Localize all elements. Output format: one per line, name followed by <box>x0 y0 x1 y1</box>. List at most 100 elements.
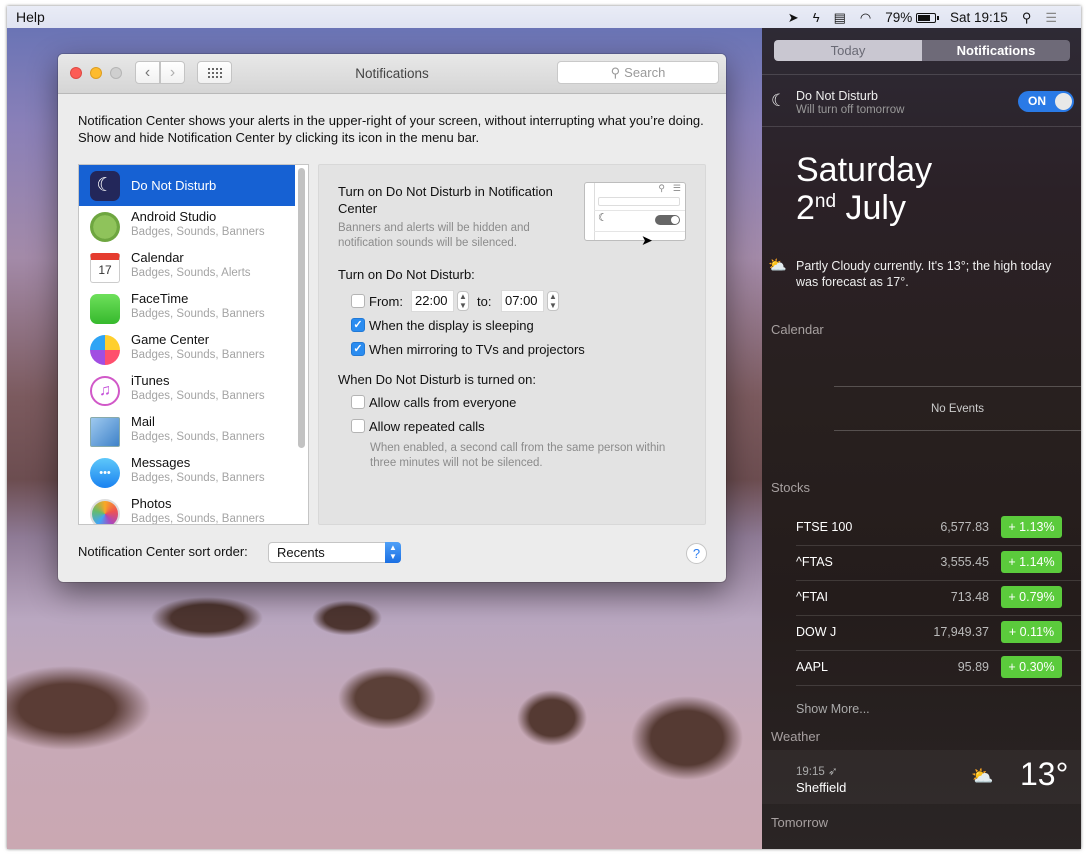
stock-change[interactable]: + 0.30% <box>1001 656 1062 678</box>
moon-icon: ☾ <box>771 91 787 110</box>
date-suffix: nd <box>814 191 837 212</box>
clock[interactable]: Sat 19:15 <box>950 10 1008 25</box>
stock-row[interactable]: FTSE 100 6,577.83 + 1.13% <box>796 511 1081 546</box>
app-item-game-center[interactable]: Game Center Badges, Sounds, Banners <box>79 329 295 370</box>
app-detail: Badges, Sounds, Banners <box>131 349 265 361</box>
mirroring-checkbox[interactable]: ✓ <box>351 342 365 356</box>
weather-heading: Weather <box>771 729 820 744</box>
android-studio-icon <box>90 211 120 242</box>
app-item-facetime[interactable]: FaceTime Badges, Sounds, Banners <box>79 288 295 329</box>
sort-order-label: Notification Center sort order: <box>78 544 248 559</box>
from-time-stepper[interactable]: ▲ ▼ <box>457 291 469 311</box>
stock-row[interactable]: DOW J 17,949.37 + 0.11% <box>796 616 1081 651</box>
app-name: iTunes <box>131 373 170 388</box>
app-item-messages[interactable]: ••• Messages Badges, Sounds, Banners <box>79 452 295 493</box>
app-detail: Badges, Sounds, Banners <box>131 513 265 525</box>
stock-change[interactable]: + 1.13% <box>1001 516 1062 538</box>
app-name: Photos <box>131 496 172 511</box>
schedule-heading: Turn on Do Not Disturb: <box>338 267 475 282</box>
nc-dnd-title: Do Not Disturb <box>796 89 878 103</box>
app-item-calendar[interactable]: 17 Calendar Badges, Sounds, Alerts <box>79 247 295 288</box>
mirroring-label: When mirroring to TVs and projectors <box>369 342 585 357</box>
stock-row[interactable]: ^FTAI 713.48 + 0.79% <box>796 581 1081 616</box>
date-number: 2 <box>796 189 815 227</box>
app-name: Messages <box>131 455 191 470</box>
search-field[interactable]: ⚲ Search <box>557 61 719 84</box>
app-list-scrollbar[interactable] <box>298 168 305 448</box>
menu-bar: Help ➤ ϟ ▤ ◠ 79% Sat 19:15 ⚲ ☰ <box>7 6 1081 28</box>
from-time-field[interactable]: 22:00 <box>411 290 454 312</box>
menu-help[interactable]: Help <box>16 9 45 25</box>
title-bar: ‹ › Notifications ⚲ Search <box>58 54 726 94</box>
stocks-heading: Stocks <box>771 480 811 495</box>
preview-moon-icon: ☾ <box>598 212 608 224</box>
from-label: From: <box>369 294 403 309</box>
app-item-android-studio[interactable]: Android Studio Badges, Sounds, Banners <box>79 206 295 247</box>
battery-icon <box>916 12 940 23</box>
app-item-mail[interactable]: Mail Badges, Sounds, Banners <box>79 411 295 452</box>
tomorrow-heading: Tomorrow <box>771 815 829 830</box>
stock-price: 17,949.37 <box>933 625 989 639</box>
stock-symbol: ^FTAI <box>796 590 829 604</box>
allow-calls-checkbox[interactable] <box>351 395 365 409</box>
mouse-cursor-icon: ➤ <box>641 232 653 248</box>
app-item-do-not-disturb[interactable]: ☾ Do Not Disturb <box>79 165 295 206</box>
app-name: Do Not Disturb <box>131 178 217 193</box>
tab-notifications[interactable]: Notifications <box>922 40 1070 61</box>
notification-center-panel: Today Notifications ☾ Do Not Disturb Wil… <box>762 28 1081 849</box>
weather-temperature: 13° <box>1020 756 1069 792</box>
sort-order-select[interactable]: Recents ▲ ▼ <box>268 542 401 563</box>
sort-order-value: Recents <box>277 545 325 560</box>
calendar-heading: Calendar <box>771 322 824 337</box>
screen: Help ➤ ϟ ▤ ◠ 79% Sat 19:15 ⚲ ☰ ‹ › Notif… <box>7 6 1081 849</box>
stock-change[interactable]: + 0.79% <box>1001 586 1062 608</box>
messages-icon: ••• <box>90 457 120 488</box>
app-name: Game Center <box>131 332 210 347</box>
to-time-field[interactable]: 07:00 <box>501 290 544 312</box>
stock-price: 713.48 <box>950 590 989 604</box>
intro-text: Notification Center shows your alerts in… <box>78 113 704 145</box>
display-sleeping-checkbox[interactable]: ✓ <box>351 318 365 332</box>
nc-dnd-subtitle: Will turn off tomorrow <box>796 104 905 116</box>
nc-tabs: Today Notifications <box>774 40 1070 61</box>
game-center-icon <box>90 334 120 365</box>
app-item-itunes[interactable]: ♫ iTunes Badges, Sounds, Banners <box>79 370 295 411</box>
notification-center-preview: ⚲ ☰ ☾ <box>584 182 686 241</box>
spotlight-icon[interactable]: ⚲ <box>1022 11 1032 24</box>
stock-price: 6,577.83 <box>940 520 989 534</box>
help-button[interactable]: ? <box>686 543 707 564</box>
repeated-calls-checkbox[interactable] <box>351 419 365 433</box>
partly-cloudy-icon: ⛅ <box>768 257 787 274</box>
app-detail: Badges, Sounds, Banners <box>131 390 265 402</box>
tab-today[interactable]: Today <box>774 40 922 61</box>
today-date: Saturday 2nd July <box>796 151 932 227</box>
display-sleeping-label: When the display is sleeping <box>369 318 534 333</box>
show-more-link[interactable]: Show More... <box>796 702 870 716</box>
app-list: ☾ Do Not Disturb Android Studio Badges, … <box>78 164 309 525</box>
partly-cloudy-icon: ⛅ <box>971 766 994 786</box>
app-item-photos[interactable]: Photos Badges, Sounds, Banners <box>79 493 295 525</box>
dnd-toggle[interactable]: ON <box>1018 91 1074 112</box>
stock-row[interactable]: AAPL 95.89 + 0.30% <box>796 651 1081 686</box>
wifi-icon[interactable]: ◠ <box>860 11 871 24</box>
stock-change[interactable]: + 0.11% <box>1001 621 1062 643</box>
no-events-text: No Events <box>834 386 1081 431</box>
location-icon[interactable]: ➤ <box>788 11 799 24</box>
select-arrows-icon: ▲ ▼ <box>385 542 401 563</box>
app-detail: Badges, Sounds, Banners <box>131 226 265 238</box>
stock-row[interactable]: ^FTAS 3,555.45 + 1.14% <box>796 546 1081 581</box>
stock-change[interactable]: + 1.14% <box>1001 551 1062 573</box>
flash-icon[interactable]: ϟ <box>813 11 820 24</box>
calendar-icon: 17 <box>90 252 120 283</box>
to-time-stepper[interactable]: ▲ ▼ <box>547 291 559 311</box>
stock-symbol: DOW J <box>796 625 837 639</box>
app-detail: Badges, Sounds, Banners <box>131 472 265 484</box>
battery-menu[interactable]: 79% <box>885 10 940 25</box>
from-checkbox[interactable] <box>351 294 365 308</box>
stock-symbol: AAPL <box>796 660 828 674</box>
mail-icon <box>90 416 120 447</box>
printer-icon[interactable]: ▤ <box>834 11 846 24</box>
app-name: Android Studio <box>131 209 217 224</box>
date-day: Saturday <box>796 151 933 189</box>
notification-center-icon[interactable]: ☰ <box>1045 11 1057 24</box>
